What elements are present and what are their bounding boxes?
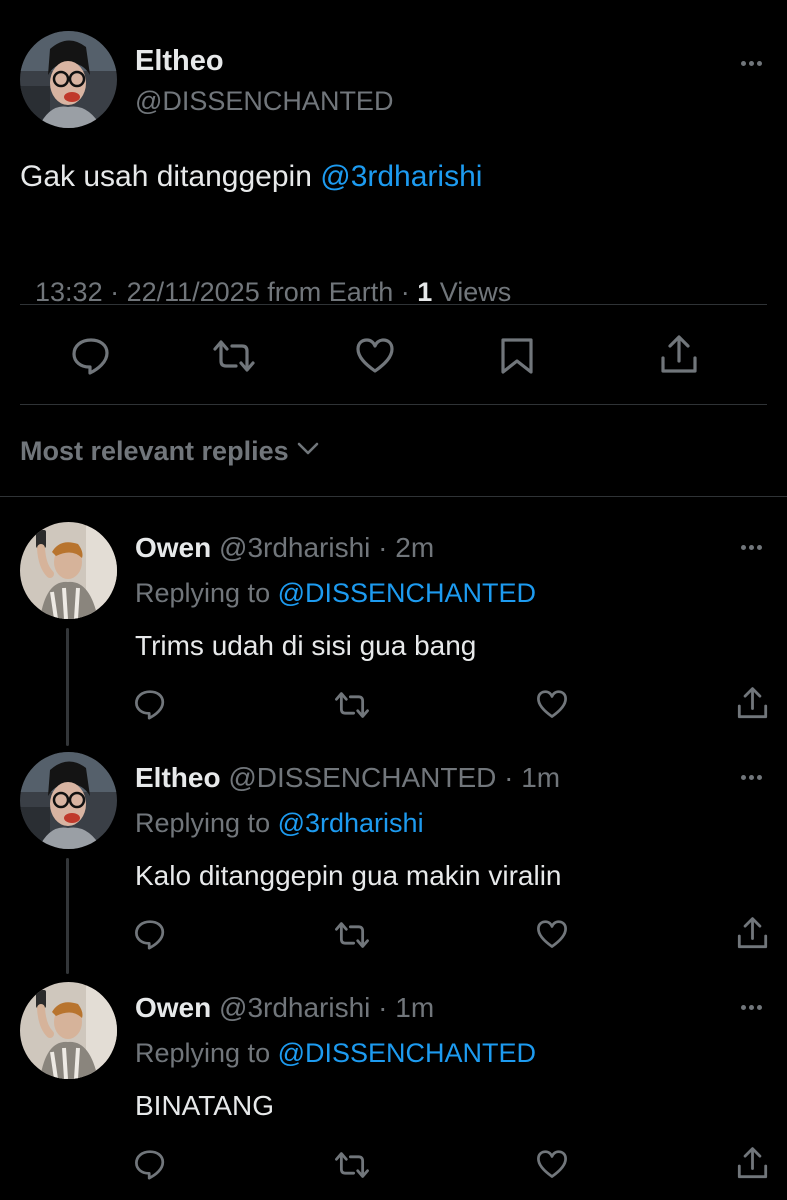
reply-icon[interactable] xyxy=(134,689,166,720)
replying-to: Replying to @DISSENCHANTED xyxy=(135,578,536,609)
reply-text: Trims udah di sisi gua bang xyxy=(135,630,477,661)
thread-connector-line xyxy=(66,628,69,746)
more-options-icon[interactable] xyxy=(741,545,762,550)
share-icon[interactable] xyxy=(736,916,769,951)
divider xyxy=(0,496,787,497)
replying-to-label: Replying to xyxy=(135,1038,278,1068)
bookmark-icon[interactable] xyxy=(499,336,535,376)
reply-header: Eltheo @DISSENCHANTED · 1m xyxy=(135,762,560,794)
reply-author-handle[interactable]: @3rdharishi · 1m xyxy=(219,992,434,1023)
replies-sort-dropdown[interactable]: Most relevant replies xyxy=(20,436,319,467)
share-icon[interactable] xyxy=(736,1146,769,1181)
views-count[interactable]: 1 xyxy=(417,277,432,307)
replying-to-mention[interactable]: @DISSENCHANTED xyxy=(278,1038,536,1068)
avatar-owen[interactable] xyxy=(20,522,117,619)
retweet-icon[interactable] xyxy=(212,339,256,373)
avatar-eltheo[interactable] xyxy=(20,752,117,849)
like-icon[interactable] xyxy=(536,689,568,720)
reply-header: Owen @3rdharishi · 2m xyxy=(135,532,434,564)
main-tweet-body: Gak usah ditanggepin xyxy=(20,160,321,193)
replying-to: Replying to @3rdharishi xyxy=(135,808,424,839)
divider xyxy=(20,304,767,305)
views-label[interactable]: Views xyxy=(432,277,512,307)
retweet-icon[interactable] xyxy=(334,691,370,719)
more-options-icon[interactable] xyxy=(741,775,762,780)
reply-header: Owen @3rdharishi · 1m xyxy=(135,992,434,1024)
replying-to-mention[interactable]: @DISSENCHANTED xyxy=(278,578,536,608)
like-icon[interactable] xyxy=(355,337,395,375)
reply-text: Kalo ditanggepin gua makin viralin xyxy=(135,860,562,891)
reply-text: BINATANG xyxy=(135,1090,274,1121)
reply-icon[interactable] xyxy=(134,1149,166,1180)
reply-author-handle[interactable]: @3rdharishi · 2m xyxy=(219,532,434,563)
reply-author-handle[interactable]: @DISSENCHANTED · 1m xyxy=(228,762,560,793)
reply-author-name[interactable]: Eltheo xyxy=(135,762,221,793)
main-author-name[interactable]: Eltheo xyxy=(135,45,224,78)
more-options-icon[interactable] xyxy=(741,1005,762,1010)
replying-to-label: Replying to xyxy=(135,808,278,838)
reply-author-name[interactable]: Owen xyxy=(135,532,211,563)
replies-sort-label: Most relevant replies xyxy=(20,436,289,466)
avatar-owen[interactable] xyxy=(20,982,117,1079)
main-tweet-meta: 13:32 · 22/11/2025 from Earth · 1 Views xyxy=(20,246,511,308)
retweet-icon[interactable] xyxy=(334,1151,370,1179)
main-tweet-timestamp: 13:32 · 22/11/2025 from Earth · xyxy=(35,277,418,307)
more-options-icon[interactable] xyxy=(741,61,762,66)
retweet-icon[interactable] xyxy=(334,921,370,949)
reply-icon[interactable] xyxy=(71,337,111,375)
reply-icon[interactable] xyxy=(134,919,166,950)
main-tweet-text: Gak usah ditanggepin @3rdharishi xyxy=(20,160,482,194)
replying-to-label: Replying to xyxy=(135,578,278,608)
like-icon[interactable] xyxy=(536,919,568,950)
replying-to-mention[interactable]: @3rdharishi xyxy=(278,808,424,838)
main-author-handle[interactable]: @DISSENCHANTED xyxy=(135,86,393,117)
share-icon[interactable] xyxy=(736,686,769,721)
main-tweet-mention[interactable]: @3rdharishi xyxy=(320,160,482,193)
divider xyxy=(20,404,767,405)
replying-to: Replying to @DISSENCHANTED xyxy=(135,1038,536,1069)
like-icon[interactable] xyxy=(536,1149,568,1180)
share-icon[interactable] xyxy=(659,334,699,376)
avatar-eltheo[interactable] xyxy=(20,31,117,128)
reply-author-name[interactable]: Owen xyxy=(135,992,211,1023)
thread-connector-line xyxy=(66,858,69,974)
chevron-down-icon xyxy=(297,442,319,461)
